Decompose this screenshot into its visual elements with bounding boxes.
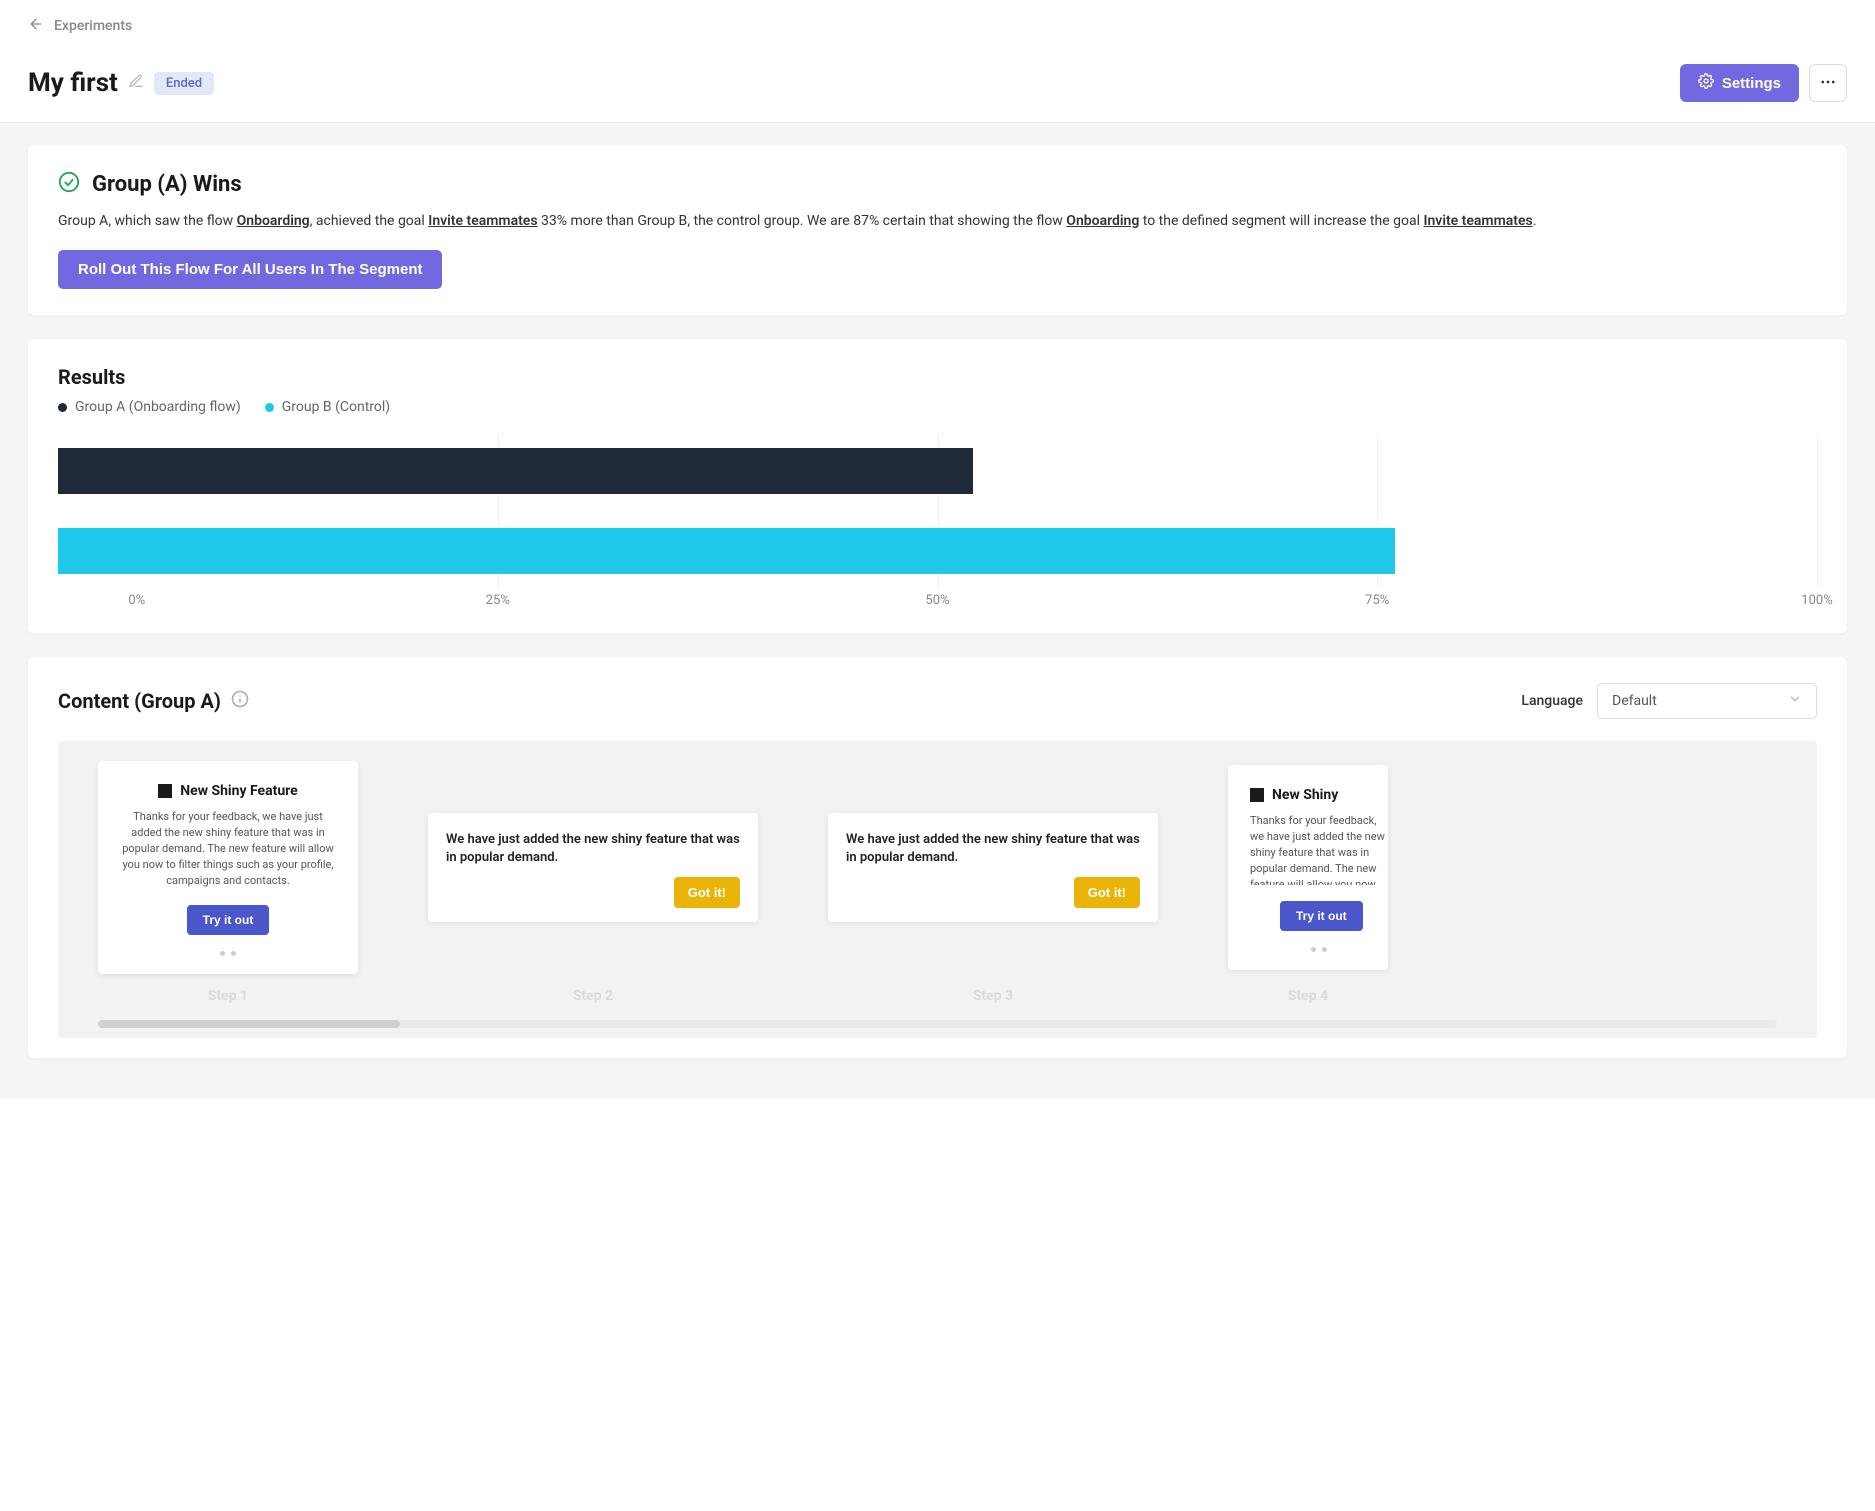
tooltip-text: We have just added the new shiny feature… [446, 831, 740, 867]
try-it-out-button[interactable]: Try it out [1280, 901, 1363, 931]
arrow-left-icon [28, 16, 44, 36]
page-title: My first [28, 68, 118, 98]
tooltip-text: We have just added the new shiny feature… [846, 831, 1140, 867]
language-select-value: Default [1612, 693, 1657, 709]
steps-preview: New Shiny Feature Thanks for your feedba… [58, 741, 1817, 1038]
chart-legend: Group A (Onboarding flow) Group B (Contr… [58, 399, 1817, 415]
modal-title: New Shiny Feature [180, 783, 297, 799]
axis-tick: 25% [486, 593, 510, 608]
horizontal-scrollbar[interactable] [98, 1020, 1777, 1028]
axis-tick: 75% [1365, 593, 1389, 608]
square-icon [1250, 788, 1264, 802]
modal-body: Thanks for your feedback, we have just a… [120, 809, 336, 889]
step-label: Step 1 [98, 988, 358, 1004]
legend-dot-b [265, 403, 274, 412]
winner-card: Group (A) Wins Group A, which saw the fl… [28, 145, 1847, 315]
legend-item-a: Group A (Onboarding flow) [58, 399, 241, 415]
content-card: Content (Group A) Language Default [28, 657, 1847, 1058]
results-title: Results [58, 365, 1817, 389]
modal-body: Thanks for your feedback, we have just a… [1250, 813, 1388, 885]
status-badge: Ended [154, 72, 214, 95]
step-label: Step 3 [828, 988, 1158, 1004]
step-preview-modal-1: New Shiny Feature Thanks for your feedba… [98, 761, 358, 974]
pagination-dots [1250, 947, 1388, 952]
modal-title: New Shiny [1272, 787, 1338, 803]
step-label: Step 4 [1228, 988, 1388, 1004]
language-select[interactable]: Default [1597, 683, 1817, 719]
step-preview-tooltip-2: We have just added the new shiny feature… [428, 813, 758, 922]
more-horizontal-icon [1819, 73, 1837, 94]
chart-bar [58, 448, 973, 494]
step-preview-tooltip-3: We have just added the new shiny feature… [828, 813, 1158, 922]
winner-description: Group A, which saw the flow Onboarding, … [58, 211, 1817, 232]
pagination-dots [120, 951, 336, 956]
settings-button[interactable]: Settings [1680, 64, 1799, 102]
axis-tick: 100% [1801, 593, 1832, 608]
chevron-down-icon [1788, 692, 1802, 710]
settings-button-label: Settings [1722, 75, 1781, 92]
results-chart: 0%25%50%75%100% [58, 435, 1817, 615]
content-title: Content (Group A) [58, 689, 221, 713]
axis-tick: 0% [128, 593, 145, 608]
info-icon[interactable] [231, 690, 249, 712]
scrollbar-thumb[interactable] [98, 1020, 400, 1028]
axis-tick: 50% [925, 593, 949, 608]
edit-icon[interactable] [128, 73, 144, 93]
legend-label-a: Group A (Onboarding flow) [75, 399, 241, 415]
try-it-out-button[interactable]: Try it out [187, 905, 270, 935]
legend-label-b: Group B (Control) [282, 399, 390, 415]
legend-item-b: Group B (Control) [265, 399, 390, 415]
step-label: Step 2 [428, 988, 758, 1004]
language-label: Language [1521, 693, 1583, 709]
more-button[interactable] [1809, 64, 1847, 102]
check-circle-icon [58, 171, 80, 197]
step-preview-modal-4: New Shiny Thanks for your feedback, we h… [1228, 765, 1388, 970]
got-it-button[interactable]: Got it! [674, 877, 740, 908]
got-it-button[interactable]: Got it! [1074, 877, 1140, 908]
breadcrumb-back[interactable]: Experiments [28, 16, 1847, 36]
gear-icon [1698, 73, 1714, 93]
chart-bar [58, 528, 1395, 574]
winner-title: Group (A) Wins [92, 172, 242, 197]
breadcrumb-label: Experiments [54, 18, 132, 34]
rollout-button[interactable]: Roll Out This Flow For All Users In The … [58, 250, 442, 289]
results-card: Results Group A (Onboarding flow) Group … [28, 339, 1847, 633]
square-icon [158, 784, 172, 798]
legend-dot-a [58, 403, 67, 412]
